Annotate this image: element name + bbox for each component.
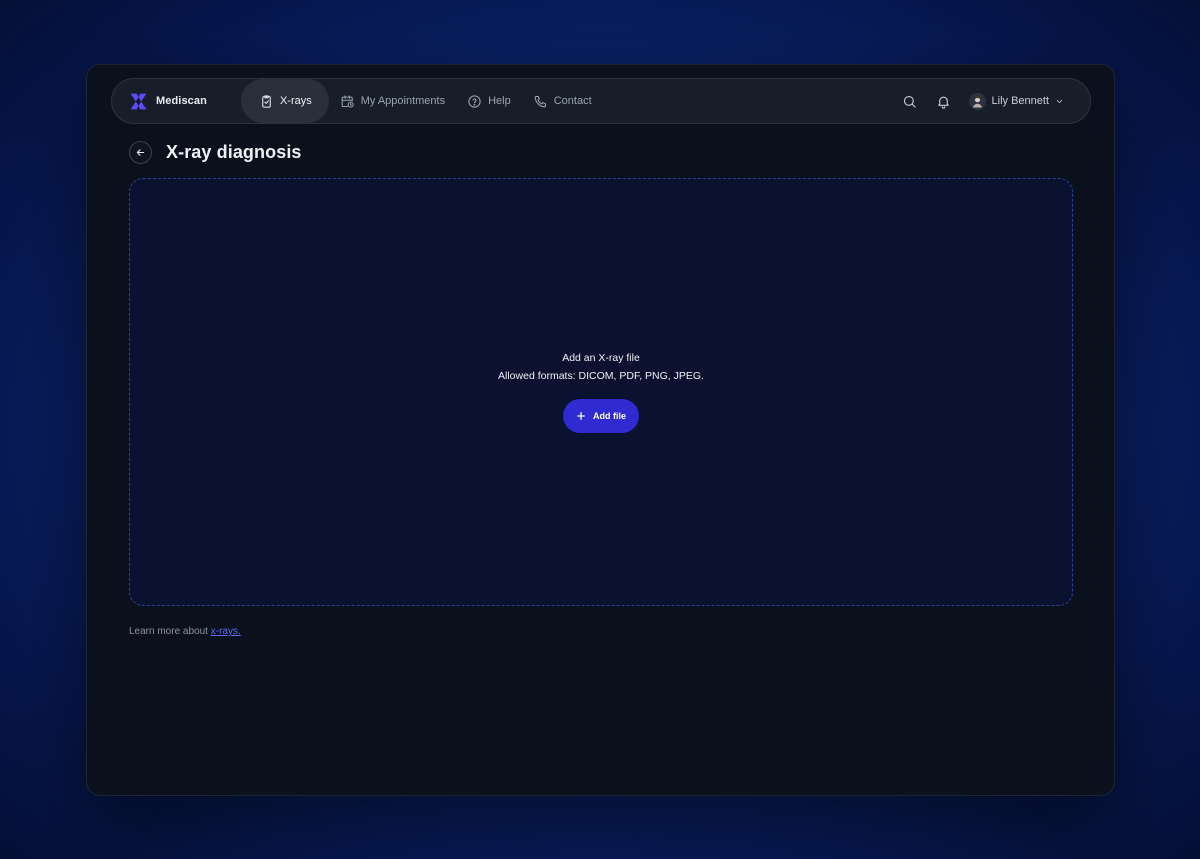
arrow-left-icon <box>136 149 145 156</box>
user-avatar-icon <box>968 92 986 110</box>
search-button[interactable] <box>893 84 927 118</box>
nav-actions: Lily Bennett <box>893 84 1064 118</box>
clipboard-check-icon <box>262 94 271 108</box>
bell-icon <box>938 96 949 109</box>
learn-more: Learn more about x-rays. <box>129 626 241 637</box>
nav-item-label: Help <box>488 95 511 107</box>
avatar <box>968 92 986 110</box>
nav-item-my-appointments[interactable]: My Appointments <box>329 79 456 123</box>
nav-item-contact[interactable]: Contact <box>522 79 603 123</box>
calendar-clock-icon <box>341 94 354 108</box>
brand[interactable]: Mediscan <box>128 91 207 112</box>
nav-item-help[interactable]: Help <box>456 79 522 123</box>
chevron-down-icon <box>1055 97 1064 106</box>
top-navigation: Mediscan X-rays My Appointments Help Con… <box>111 78 1091 124</box>
add-file-button[interactable]: Add file <box>563 398 639 433</box>
file-dropzone[interactable]: Add an X-ray file Allowed formats: DICOM… <box>129 178 1073 606</box>
add-file-label: Add file <box>593 410 626 421</box>
help-circle-icon <box>468 94 481 108</box>
notifications-button[interactable] <box>927 84 961 118</box>
page-title: X-ray diagnosis <box>166 142 302 162</box>
plus-icon <box>577 411 585 420</box>
nav-item-label: Contact <box>553 95 592 107</box>
app-window: Mediscan X-rays My Appointments Help Con… <box>86 64 1115 796</box>
allowed-formats: Allowed formats: DICOM, PDF, PNG, JPEG. <box>498 369 704 382</box>
brand-name: Mediscan <box>156 95 207 107</box>
page-header: X-ray diagnosis <box>129 141 302 164</box>
x-rays-link[interactable]: x-rays. <box>211 626 241 637</box>
nav-item-label: X-rays <box>279 95 312 107</box>
learn-more-text: Learn more about <box>129 626 208 637</box>
mediscan-logo-icon <box>130 93 147 109</box>
user-name: Lily Bennett <box>991 95 1049 107</box>
dropzone-title: Add an X-ray file <box>562 351 640 364</box>
phone-icon <box>534 95 546 107</box>
search-icon <box>903 95 916 108</box>
user-menu[interactable]: Lily Bennett <box>968 92 1064 110</box>
nav-item-x-rays[interactable]: X-rays <box>240 79 329 123</box>
back-button[interactable] <box>129 141 152 164</box>
nav-item-label: My Appointments <box>360 95 446 107</box>
